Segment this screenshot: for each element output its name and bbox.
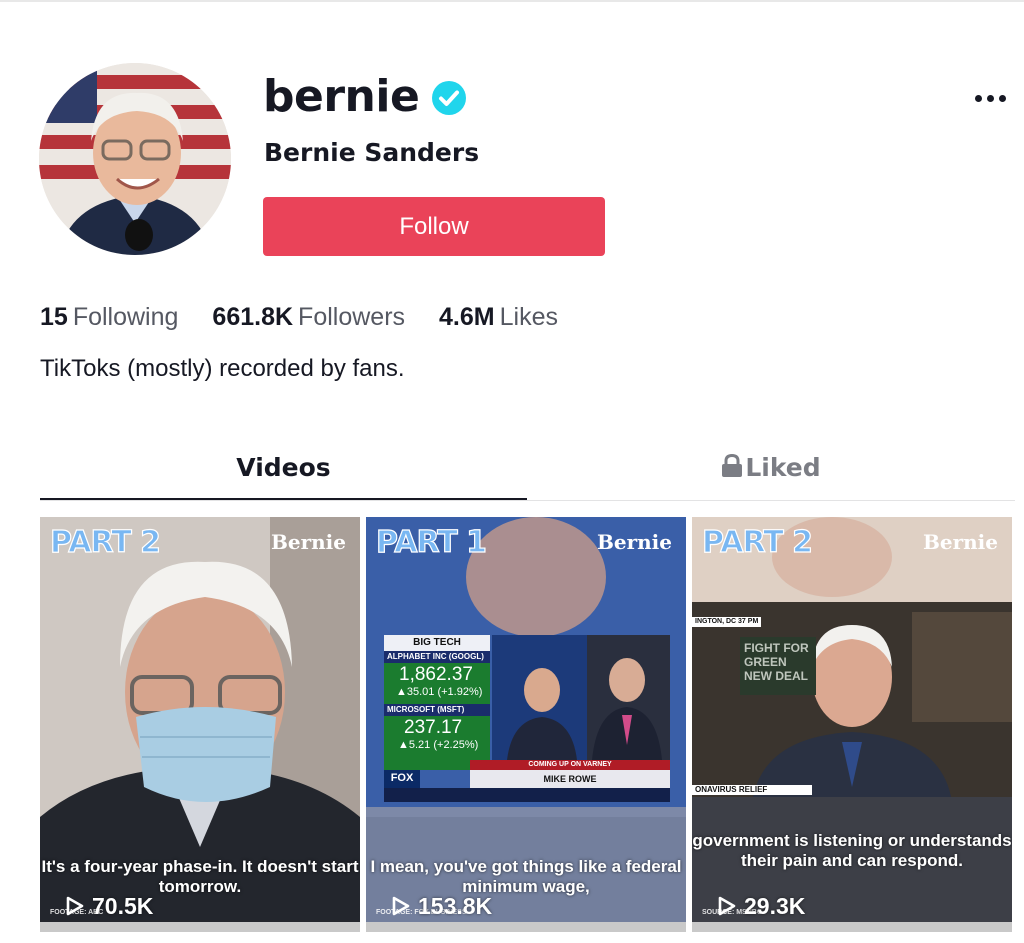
stock1-value: 1,862.37: [399, 664, 473, 685]
thumbnail-bottom-edge: [692, 922, 1012, 932]
thumbnail-bottom-edge: [366, 922, 686, 932]
follow-button[interactable]: Follow: [263, 197, 605, 256]
video-card[interactable]: BIG TECH ALPHABET INC (GOOGL) 1,862.37 ▲…: [366, 517, 686, 932]
play-icon: [66, 896, 84, 916]
thumbnail-bottom-edge: [40, 922, 360, 932]
tabs-divider: [40, 500, 1015, 501]
video-caption: It's a four-year phase-in. It doesn't st…: [41, 857, 359, 896]
stock-panel-header: BIG TECH: [384, 635, 490, 651]
more-horizontal-icon[interactable]: [975, 95, 1006, 102]
video-brand-label: Bernie: [922, 530, 998, 554]
video-brand-label: Bernie: [270, 530, 346, 554]
bio: TikToks (mostly) recorded by fans.: [40, 355, 405, 382]
view-count: 29.3K: [744, 893, 806, 919]
stat-followers[interactable]: 661.8K Followers: [212, 300, 405, 334]
stat-label: Likes: [499, 303, 558, 331]
stock2-value: 237.17: [404, 717, 463, 738]
video-caption: I mean, you've got things like a federal…: [370, 857, 682, 896]
view-count: 70.5K: [92, 893, 154, 919]
stat-value: 15: [40, 303, 68, 331]
video-card[interactable]: INGTON, DC 37 PM FIGHT FOR GREEN NEW DEA…: [692, 517, 1012, 932]
stat-label: Following: [72, 303, 179, 331]
verified-badge-icon: [432, 81, 466, 115]
stock1-change: ▲35.01 (+1.92%): [396, 686, 483, 698]
view-count: 153.8K: [418, 893, 493, 919]
studio-hosts: [492, 635, 670, 760]
play-icon: [392, 896, 410, 916]
avatar[interactable]: [39, 63, 231, 255]
tab-label: Videos: [236, 453, 331, 482]
lock-icon: [722, 454, 743, 477]
stat-label: Followers: [298, 303, 406, 331]
video-part-label: PART 1: [375, 524, 487, 560]
fox-business-frame: BIG TECH ALPHABET INC (GOOGL) 1,862.37 ▲…: [366, 630, 686, 810]
profile-stats: 15 Following 661.8K Followers 4.6M Likes: [40, 300, 592, 334]
stock1-name: ALPHABET INC (GOOGL): [384, 651, 490, 663]
tab-videos[interactable]: Videos: [40, 445, 527, 501]
profile-tabs: Videos Liked: [40, 445, 1015, 501]
video-views: 153.8K: [392, 892, 492, 920]
display-name: Bernie Sanders: [264, 138, 480, 167]
play-icon: [718, 896, 736, 916]
avatar-photo: [39, 63, 231, 255]
coming-up-banner: COMING UP ON VARNEY: [470, 760, 670, 770]
video-part-label: PART 2: [701, 524, 813, 560]
video-brand-label: Bernie: [596, 530, 672, 554]
video-part-label: PART 2: [49, 524, 161, 560]
username: bernie: [263, 71, 420, 122]
video-grid: PART 2 Bernie It's a four-year phase-in.…: [40, 517, 1013, 932]
background-sign: FIGHT FOR GREEN NEW DEAL: [740, 637, 816, 695]
stat-likes: 4.6M Likes: [439, 300, 558, 334]
stock2-change: ▲5.21 (+2.25%): [398, 739, 479, 751]
stat-value: 661.8K: [212, 303, 294, 331]
video-card[interactable]: PART 2 Bernie It's a four-year phase-in.…: [40, 517, 360, 932]
stock-ticker: [384, 788, 670, 802]
top-divider: [0, 0, 1024, 2]
stat-value: 4.6M: [439, 303, 495, 331]
more-dot: [975, 95, 982, 102]
tab-liked[interactable]: Liked: [527, 445, 1015, 501]
more-dot: [987, 95, 994, 102]
tab-label: Liked: [745, 453, 821, 482]
video-caption: government is listening or understands t…: [692, 831, 1012, 870]
location-time-label: INGTON, DC 37 PM: [692, 617, 762, 627]
stat-following[interactable]: 15 Following: [40, 300, 178, 334]
studio-shot: [492, 635, 670, 760]
video-views: 70.5K: [66, 892, 153, 920]
video-views: 29.3K: [718, 892, 805, 920]
stock2-name: MICROSOFT (MSFT): [384, 704, 490, 716]
news-chyron: ONAVIRUS RELIEF: [692, 785, 812, 795]
more-dot: [999, 95, 1006, 102]
guest-banner: MIKE ROWE: [470, 770, 670, 788]
